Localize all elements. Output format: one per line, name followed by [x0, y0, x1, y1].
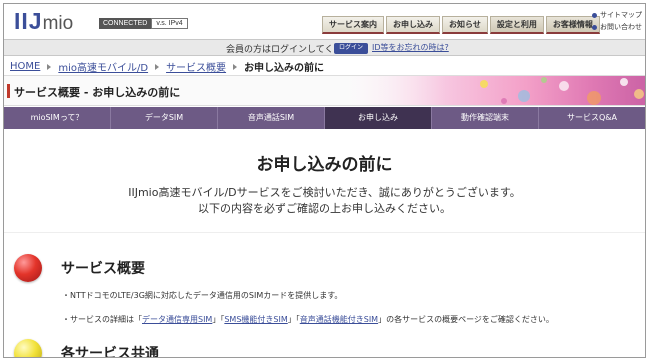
tab-service-info[interactable]: サービス案内	[322, 16, 384, 34]
ipv-label: v.s. IPv4	[151, 18, 188, 29]
bullet-icon	[592, 12, 597, 18]
list-item: ・NTTドコモのLTE/3G網に対応したデータ通信用のSIMカードを提供します。	[62, 291, 343, 300]
list-item: ・サービスの詳細は「データ通信専用SIM」「SMS機能付きSIM」「音声通話機能…	[62, 315, 554, 324]
login-bar: 会員の方はログインしてください。 ログイン ID等をお忘れの時は?	[4, 39, 645, 56]
data-sim-link[interactable]: データ通信専用SIM	[142, 315, 212, 324]
login-button[interactable]: ログイン	[334, 43, 369, 54]
breadcrumb: HOME mio高速モバイル/D サービス概要 お申し込みの前に	[10, 59, 324, 74]
tab-settings[interactable]: 設定と利用	[489, 16, 544, 34]
page-title: サービス概要 - お申し込みの前に	[14, 86, 181, 99]
chevron-right-icon	[47, 63, 52, 70]
iijmio-logo[interactable]: IIJmio	[14, 8, 73, 35]
chevron-right-icon	[233, 63, 238, 70]
lead-line-1: IIJmio高速モバイル/Dサービスをご検討いただき、誠にありがとうございます。	[128, 186, 521, 199]
global-tabs: サービス案内 お申し込み お知らせ 設定と利用 お客様情報	[322, 16, 600, 34]
sitemap-link[interactable]: サイトマップ	[592, 9, 642, 21]
yellow-ball-icon	[14, 339, 42, 357]
nav-data-sim[interactable]: データSIM	[111, 107, 218, 129]
nav-service-faq[interactable]: サービスQ&A	[539, 107, 645, 129]
chevron-right-icon	[155, 63, 160, 70]
forgot-id-link[interactable]: ID等をお忘れの時は?	[372, 42, 449, 53]
breadcrumb-mobile-d[interactable]: mio高速モバイル/D	[58, 59, 148, 74]
section-title: サービス概要	[61, 261, 145, 277]
browser-page: IIJmio CONNECTED v.s. IPv4 サービス案内 お申し込み …	[3, 3, 646, 358]
breadcrumb-service-overview[interactable]: サービス概要	[166, 59, 226, 74]
contact-link[interactable]: お問い合わせ	[592, 21, 642, 33]
service-nav: mioSIMって？ データSIM 音声通話SIM お申し込み 動作確認端末 サー…	[4, 107, 645, 129]
breadcrumb-home[interactable]: HOME	[10, 61, 40, 72]
tab-news[interactable]: お知らせ	[442, 16, 488, 34]
nav-about-miosim[interactable]: mioSIMって？	[4, 107, 111, 129]
connected-label: CONNECTED	[99, 18, 152, 29]
decorative-splash-graphic	[334, 76, 645, 105]
main-title: お申し込みの前に	[256, 155, 393, 175]
voice-sim-link[interactable]: 音声通話機能付きSIM	[300, 315, 378, 324]
lead-text: IIJmio高速モバイル/Dサービスをご検討いただき、誠にありがとうございます。…	[4, 185, 645, 217]
heading-marker	[7, 84, 10, 98]
connected-badge: CONNECTED v.s. IPv4	[99, 18, 188, 29]
breadcrumb-current: お申し込みの前に	[244, 63, 325, 74]
site-header: IIJmio CONNECTED v.s. IPv4 サービス案内 お申し込み …	[4, 4, 645, 39]
nav-apply[interactable]: お申し込み	[325, 107, 432, 129]
nav-voice-sim[interactable]: 音声通話SIM	[218, 107, 325, 129]
sms-sim-link[interactable]: SMS機能付きSIM	[224, 315, 287, 324]
page-heading-band: サービス概要 - お申し込みの前に	[4, 75, 645, 106]
tab-apply[interactable]: お申し込み	[386, 16, 440, 34]
red-ball-icon	[14, 254, 42, 282]
section-title: 各サービス共通	[61, 346, 159, 358]
lead-line-2: 以下の内容を必ずご確認の上お申し込みください。	[198, 202, 451, 215]
bullet-icon	[592, 24, 597, 30]
utility-links: サイトマップ お問い合わせ	[592, 9, 642, 33]
nav-compatible-devices[interactable]: 動作確認端末	[432, 107, 539, 129]
section-divider	[4, 232, 645, 233]
